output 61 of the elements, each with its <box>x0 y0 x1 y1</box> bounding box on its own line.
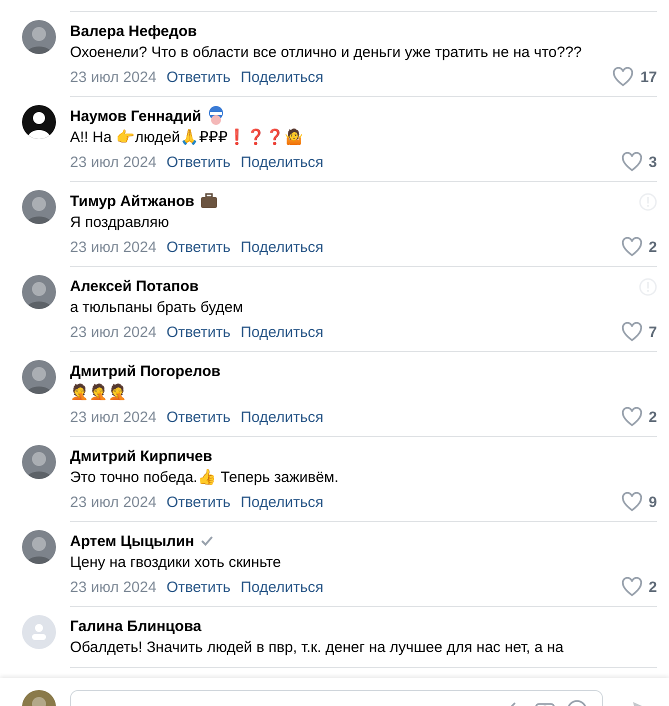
like-button[interactable]: 3 <box>620 152 657 172</box>
comment-text: Охоенели? Что в области все отлично и деньги уже тратить не на что??? <box>70 43 583 63</box>
comment-date: 23 июл 2024 <box>70 578 156 596</box>
briefcase-icon <box>200 193 218 209</box>
comment-date: 23 июл 2024 <box>70 154 156 170</box>
author-name[interactable]: Валера Нефедов <box>70 22 197 40</box>
share-link[interactable]: Поделиться <box>240 408 324 426</box>
reply-link[interactable]: Ответить <box>166 238 231 256</box>
like-button[interactable]: 17 <box>612 67 657 87</box>
heart-icon <box>620 237 643 257</box>
comment-text: Это точно победа.👍 Теперь заживём. <box>70 468 340 488</box>
reply-link[interactable]: Ответить <box>166 154 231 170</box>
reply-link[interactable]: Ответить <box>166 324 231 340</box>
avatar <box>22 190 56 224</box>
comment-text: А!! На 👉людей🙏₽₽₽❗❓❓🤷 <box>70 128 305 148</box>
comment-text: а тюльпаны брать будем <box>70 298 244 318</box>
heart-icon <box>620 577 643 597</box>
share-link[interactable]: Поделиться <box>240 324 324 340</box>
like-button[interactable]: 2 <box>620 407 657 427</box>
like-button[interactable]: 9 <box>620 492 657 512</box>
avatar <box>22 20 56 54</box>
avatar <box>22 360 56 394</box>
comment-text: Цену на гвоздики хоть скиньте <box>70 553 282 573</box>
like-button[interactable]: 2 <box>620 577 657 597</box>
comment-date: 23 июл 2024 <box>70 238 156 256</box>
reply-link[interactable]: Ответить <box>166 408 231 426</box>
avatar <box>22 275 56 309</box>
author-name[interactable]: Дмитрий Кирпичев <box>70 448 212 464</box>
avatar <box>22 530 56 564</box>
author-name[interactable]: Алексей Потапов <box>70 278 199 294</box>
share-link[interactable]: Поделиться <box>240 68 324 86</box>
comment-date: 23 июл 2024 <box>70 324 156 340</box>
reply-link[interactable]: Ответить <box>166 68 231 86</box>
heart-icon <box>612 67 634 87</box>
author-name[interactable]: Наумов Геннадий <box>70 108 202 124</box>
comment-date: 23 июл 2024 <box>70 68 156 86</box>
comment-text: Я поздравляю <box>70 213 170 233</box>
author-name[interactable]: Дмитрий Погорелов <box>70 362 220 380</box>
comment-text: 🤦🤦🤦 <box>70 382 128 403</box>
like-button[interactable]: 2 <box>620 237 657 257</box>
reply-link[interactable]: Ответить <box>166 578 231 596</box>
reply-link[interactable]: Ответить <box>166 494 231 510</box>
comment-text: Обалдеть! Значить людей в пвр, т.к. денег на лучшее для нас нет, а на <box>70 638 565 658</box>
avatar <box>22 445 56 479</box>
share-link[interactable]: Поделиться <box>240 154 324 170</box>
avatar <box>22 105 56 139</box>
comment-date: 23 июл 2024 <box>70 494 156 510</box>
share-link[interactable]: Поделиться <box>240 494 324 510</box>
share-link[interactable]: Поделиться <box>240 578 324 596</box>
check-icon <box>200 535 214 547</box>
heart-icon <box>620 492 643 512</box>
share-link[interactable]: Поделиться <box>240 238 324 256</box>
author-name[interactable]: Тимур Айтжанов <box>70 192 194 210</box>
avatar <box>22 615 56 649</box>
author-name[interactable]: Артем Цыцылин <box>70 532 194 550</box>
comment-date: 23 июл 2024 <box>70 408 156 426</box>
heart-icon <box>620 322 643 342</box>
author-name[interactable]: Галина Блинцова <box>70 618 202 634</box>
heart-icon <box>620 152 643 172</box>
like-button[interactable]: 7 <box>620 322 657 342</box>
heart-icon <box>620 407 643 427</box>
